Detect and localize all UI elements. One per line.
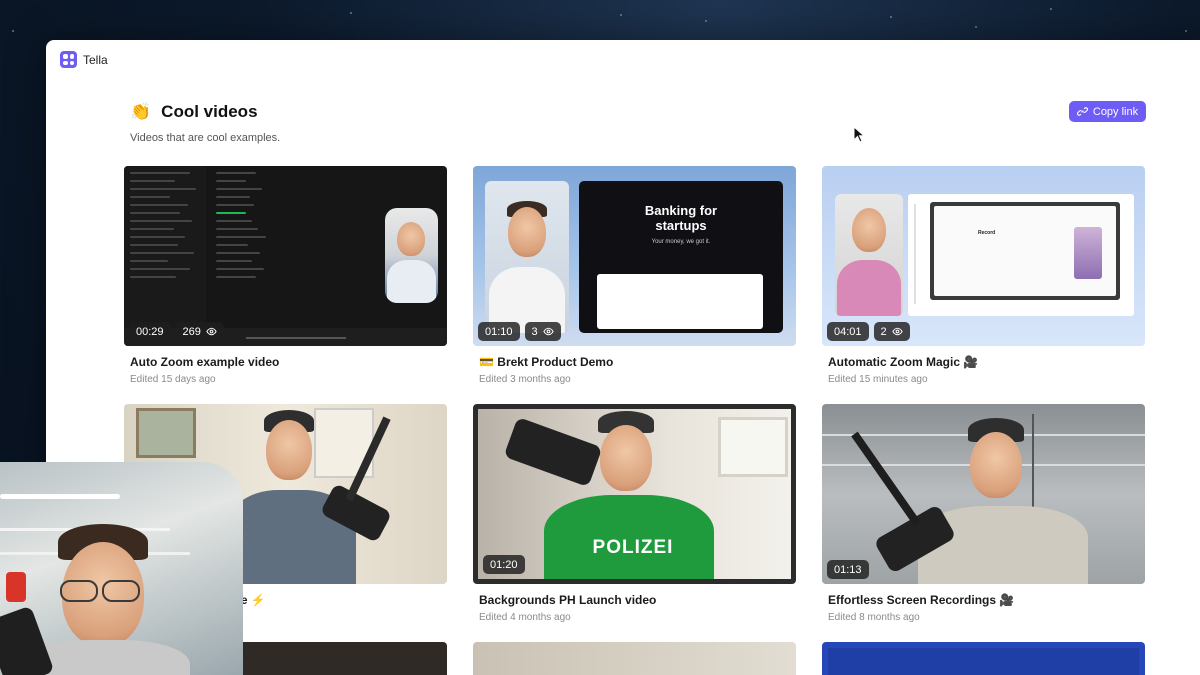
duration-badge: 01:13: [827, 560, 869, 579]
tella-logo-icon: [60, 51, 77, 68]
video-title[interactable]: 💳 Brekt Product Demo: [479, 355, 796, 369]
video-card[interactable]: Record 04:01 2 Automatic Zoom Magic 🎥 Ed…: [822, 166, 1145, 385]
eye-icon: [206, 327, 217, 336]
views-count: 269: [182, 325, 201, 338]
views-badge: 269: [175, 322, 224, 341]
thumb-subheading: Your money, we got it.: [651, 239, 711, 245]
video-edited: Edited 3 months ago: [479, 374, 571, 385]
copy-link-label: Copy link: [1092, 105, 1139, 118]
video-card[interactable]: 00:29 269 Auto Zoom example video Edited…: [124, 166, 447, 385]
video-thumbnail[interactable]: 01:13: [822, 404, 1145, 584]
link-icon: [1076, 107, 1088, 116]
views-count: 2: [880, 325, 887, 338]
video-title[interactable]: Automatic Zoom Magic 🎥: [828, 355, 1145, 369]
brand[interactable]: Tella: [60, 51, 108, 68]
video-edited: Edited 4 months ago: [479, 612, 571, 623]
video-thumbnail[interactable]: [822, 642, 1145, 675]
page-title: Cool videos: [161, 102, 258, 121]
views-badge: 2: [873, 322, 910, 341]
collection-header: 👏 Cool videos Videos that are cool examp…: [130, 102, 280, 144]
eye-icon: [891, 327, 903, 336]
video-thumbnail[interactable]: Record 04:01 2: [822, 166, 1145, 346]
thumb-heading: Banking for startups: [644, 203, 718, 233]
video-thumbnail[interactable]: POLIZEI 01:20: [473, 404, 796, 584]
video-card[interactable]: Banking for startups Your money, we got …: [473, 166, 796, 385]
webcam-frame: [835, 194, 903, 316]
shirt-text: POLIZEI: [592, 537, 674, 558]
video-thumbnail[interactable]: [473, 642, 796, 675]
views-count: 3: [531, 325, 538, 338]
copy-link-button[interactable]: Copy link: [1069, 101, 1146, 122]
duration-badge: 04:01: [827, 322, 869, 341]
duration-badge: 00:29: [129, 322, 171, 341]
video-title[interactable]: Backgrounds PH Launch video: [479, 593, 796, 607]
video-thumbnail[interactable]: 00:29 269: [124, 166, 447, 346]
duration-badge: 01:20: [483, 555, 525, 574]
video-thumbnail[interactable]: Banking for startups Your money, we got …: [473, 166, 796, 346]
webcam-frame: [485, 181, 569, 333]
thumb-heading: Record: [978, 230, 996, 236]
video-edited: Edited 15 days ago: [130, 374, 216, 385]
video-title[interactable]: Effortless Screen Recordings 🎥: [828, 593, 1145, 607]
page-subtitle: Videos that are cool examples.: [130, 132, 281, 144]
duration-badge: 01:10: [478, 322, 520, 341]
video-title[interactable]: Auto Zoom example video: [130, 355, 447, 369]
video-card[interactable]: POLIZEI 01:20 Backgrounds PH Launch vide…: [473, 404, 796, 623]
video-card[interactable]: 01:13 Effortless Screen Recordings 🎥 Edi…: [822, 404, 1145, 623]
brand-name: Tella: [83, 52, 108, 67]
app-screenshot: Record: [908, 194, 1134, 316]
video-edited: Edited 8 months ago: [828, 612, 920, 623]
presenter-webcam: [0, 462, 243, 675]
views-badge: 3: [524, 322, 561, 341]
eye-icon: [542, 327, 554, 336]
app-screenshot: Banking for startups Your money, we got …: [579, 181, 783, 333]
webcam-bubble: [385, 208, 438, 303]
mouse-pointer-icon: [853, 126, 866, 143]
clap-icon: 👏: [130, 102, 152, 121]
video-edited: Edited 15 minutes ago: [828, 374, 928, 385]
